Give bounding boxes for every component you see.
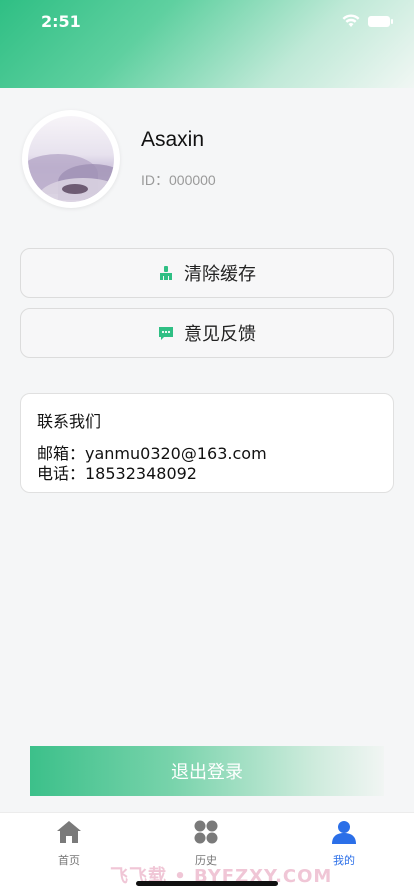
clear-cache-button[interactable]: 清除缓存 [20,248,394,298]
status-icons [342,14,393,28]
home-icon [57,821,81,843]
landscape-avatar-image [28,116,114,202]
contact-email: 邮箱：yanmu0320@163.com [37,444,267,463]
contact-card: 联系我们 邮箱：yanmu0320@163.com 电话：18532348092 [20,393,394,493]
contact-phone: 电话：18532348092 [37,464,197,483]
tab-history[interactable]: 历史 [166,819,246,868]
tab-mine[interactable]: 我的 [304,819,384,868]
username: Asaxin [141,128,205,151]
avatar[interactable] [22,110,120,208]
status-time: 2:51 [41,12,81,31]
wifi-icon [342,14,360,27]
battery-icon [368,15,393,27]
feedback-label: 意见反馈 [184,324,256,345]
broom-icon [160,266,172,280]
home-indicator [136,881,278,886]
status-bar: 2:51 [0,0,414,44]
clear-cache-label: 清除缓存 [184,264,256,285]
user-icon [332,821,356,844]
chat-bubble-icon [159,327,173,340]
logout-label: 退出登录 [171,762,243,783]
user-id: ID：000000 [141,172,216,188]
tab-home-label: 首页 [58,854,80,867]
grid-icon [194,820,218,844]
logout-button[interactable]: 退出登录 [30,746,384,796]
profile-section [0,88,414,228]
tab-home[interactable]: 首页 [29,819,109,868]
contact-title: 联系我们 [37,412,102,431]
feedback-button[interactable]: 意见反馈 [20,308,394,358]
